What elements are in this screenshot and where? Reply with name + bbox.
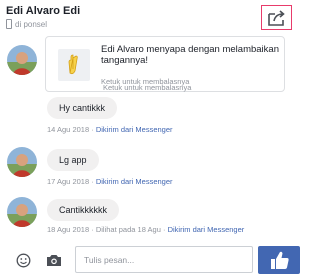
source-link[interactable]: Dikirim dari Messenger (168, 225, 245, 234)
thumbs-up-icon (271, 251, 289, 269)
source-link[interactable]: Dikirim dari Messenger (96, 125, 173, 134)
like-button[interactable] (258, 246, 300, 274)
message-meta: 17 Agu 2018 · Dikirim dari Messenger (47, 177, 173, 186)
conversation-header: Edi Alvaro Edi di ponsel (0, 0, 300, 36)
message-composer (0, 240, 300, 274)
message-bubble[interactable]: Hy cantikkk (47, 97, 118, 119)
phone-icon (6, 19, 12, 29)
message-date: 14 Agu 2018 (47, 125, 90, 134)
message-date: 18 Agu 2018 (47, 225, 90, 234)
smiley-icon (16, 253, 31, 268)
waving-hand-icon (68, 54, 78, 75)
avatar[interactable] (7, 197, 37, 227)
message-bubble[interactable]: Lg app (47, 149, 99, 171)
separator: · (91, 225, 94, 234)
avatar[interactable] (7, 45, 37, 75)
share-button[interactable] (261, 5, 292, 30)
emoji-button[interactable] (16, 253, 31, 273)
contact-status: di ponsel (6, 19, 47, 29)
reply-label[interactable]: Ketuk untuk membalasnya (103, 83, 191, 92)
separator: · (91, 125, 94, 134)
status-text: di ponsel (15, 19, 48, 29)
message-bubble[interactable]: Cantikkkkkk (47, 199, 120, 221)
separator: · (91, 177, 94, 186)
camera-button[interactable] (46, 254, 62, 272)
avatar[interactable] (7, 147, 37, 177)
message-date: 17 Agu 2018 (47, 177, 90, 186)
seen-status: Dilihat pada 18 Agu (95, 225, 161, 234)
wave-title: Edi Alvaro menyapa dengan melambaikan ta… (101, 44, 279, 66)
separator: · (162, 225, 166, 234)
share-icon (268, 10, 285, 26)
contact-name[interactable]: Edi Alvaro Edi (6, 5, 80, 17)
message-meta: 18 Agu 2018 · Dilihat pada 18 Agu · Diki… (47, 225, 244, 234)
source-link[interactable]: Dikirim dari Messenger (96, 177, 173, 186)
wave-thumb (58, 49, 90, 81)
message-meta: 14 Agu 2018 · Dikirim dari Messenger (47, 125, 173, 134)
message-input[interactable] (75, 246, 253, 273)
camera-icon (47, 255, 61, 266)
